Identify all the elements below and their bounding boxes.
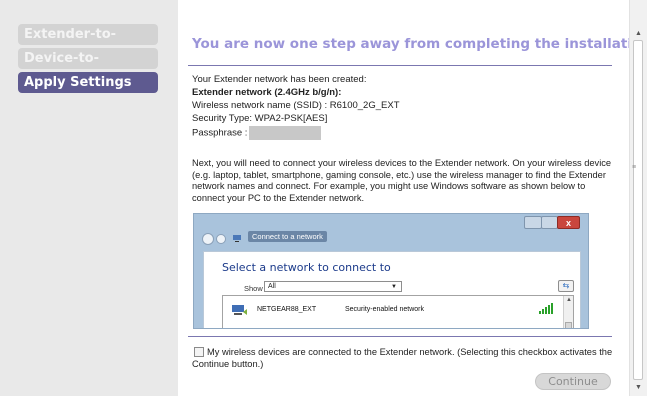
chevron-down-icon: ▼ — [391, 284, 397, 290]
step-extender-to-router[interactable]: Extender-to-Router — [18, 24, 158, 63]
step-apply-settings[interactable]: Apply Settings — [18, 72, 158, 93]
dialog-title: Select a network to connect to — [222, 261, 391, 274]
list-scrollbar: ▲ — [563, 296, 573, 328]
scroll-down-arrow-icon[interactable]: ▼ — [635, 384, 642, 391]
minimize-icon — [524, 216, 542, 229]
dialog-body: Select a network to connect to Show All … — [203, 251, 581, 328]
back-icon — [202, 233, 214, 245]
wifi-signal-icon — [539, 302, 555, 314]
refresh-icon: ⇆ — [558, 280, 574, 292]
close-icon: x — [557, 216, 580, 229]
network-adapter-icon — [232, 305, 247, 315]
ssid-line: Wireless network name (SSID) : R6100_2G_… — [192, 100, 400, 111]
passphrase-redacted — [249, 126, 322, 140]
network-band-label: Extender network (2.4GHz b/g/n): — [192, 86, 341, 99]
divider-bottom — [188, 336, 612, 337]
scroll-thumb[interactable] — [633, 40, 643, 380]
main-panel: You are now one step away from completin… — [178, 0, 647, 396]
network-name: NETGEAR88_EXT — [257, 306, 317, 313]
page-title: You are now one step away from completin… — [192, 36, 647, 52]
list-scroll-thumb — [565, 322, 572, 328]
instructions-text: Next, you will need to connect your wire… — [192, 158, 612, 203]
step-device-to-extender[interactable]: Device-to-Extender — [18, 48, 158, 87]
security-line: Security Type: WPA2-PSK[AES] — [192, 113, 328, 124]
breadcrumb: Connect to a network — [248, 231, 327, 242]
show-select-value: All — [268, 283, 276, 290]
example-screenshot: x Connect to a network Select a network … — [193, 213, 589, 329]
show-label: Show — [244, 284, 263, 293]
passphrase-row: Passphrase : — [192, 126, 322, 140]
maximize-icon — [541, 216, 558, 229]
network-list: NETGEAR88_EXT Security-enabled network ▲ — [222, 295, 574, 328]
network-icon — [233, 235, 241, 242]
sidebar: Extender-to-Router Device-to-Extender Ap… — [0, 0, 178, 396]
scroll-up-arrow-icon[interactable]: ▲ — [635, 30, 642, 37]
window-controls: x — [524, 216, 580, 230]
confirm-checkbox[interactable] — [194, 347, 204, 357]
passphrase-label: Passphrase : — [192, 127, 248, 139]
scroll-grip-icon: ≡ — [632, 164, 637, 171]
network-security: Security-enabled network — [345, 306, 424, 313]
continue-button[interactable]: Continue — [535, 373, 611, 390]
scroll-up-icon: ▲ — [566, 297, 572, 303]
divider-top — [188, 65, 612, 66]
confirm-label: My wireless devices are connected to the… — [192, 347, 613, 369]
forward-icon — [216, 234, 226, 244]
created-text: Your Extender network has been created: — [192, 74, 367, 85]
network-band-text: Extender network (2.4GHz b/g/n): — [192, 87, 342, 98]
page-scrollbar[interactable]: ▲ ≡ ▼ — [629, 0, 647, 396]
show-select: All ▼ — [264, 281, 402, 292]
